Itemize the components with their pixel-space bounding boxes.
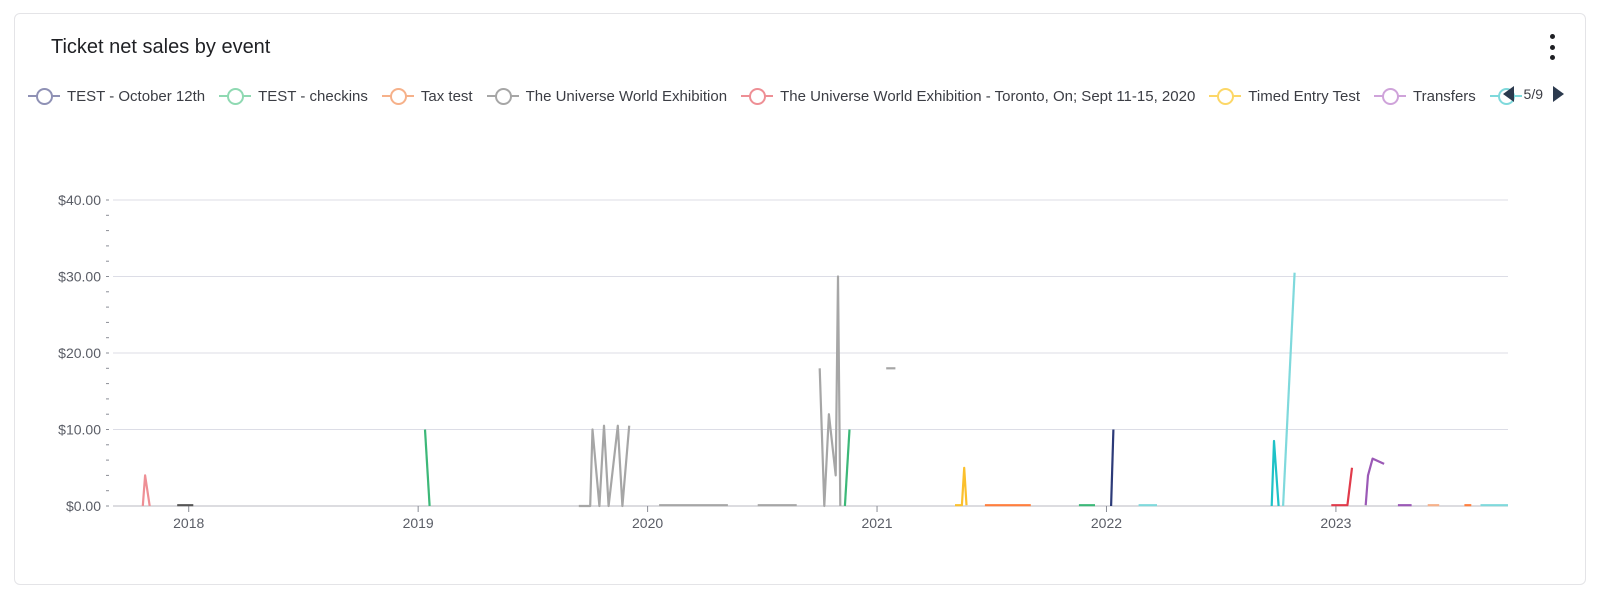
y-tick-label: $40.00	[58, 192, 101, 208]
y-tick-label: $20.00	[58, 345, 101, 361]
series-line	[423, 429, 431, 507]
series-line	[1364, 457, 1385, 506]
y-tick-label: $10.00	[58, 422, 101, 438]
series-line	[578, 424, 631, 508]
series-line	[1110, 429, 1115, 507]
x-tick-label: 2022	[1091, 515, 1122, 531]
x-tick-label: 2023	[1320, 515, 1351, 531]
line-chart: $0.00 $10.00 $20.00 $30.00 $40.00 2018 2019 202…	[58, 192, 1508, 531]
series-line	[818, 275, 842, 508]
series-line	[1331, 467, 1354, 507]
x-tick-label: 2020	[632, 515, 663, 531]
series-line	[955, 466, 968, 507]
series-line	[843, 429, 851, 507]
x-tick-label: 2019	[403, 515, 434, 531]
series-line	[141, 474, 151, 507]
x-tick-label: 2021	[861, 515, 892, 531]
y-tick-label: $30.00	[58, 269, 101, 285]
y-tick-label: $0.00	[66, 498, 101, 514]
series-line	[1270, 439, 1280, 507]
x-tick-label: 2018	[173, 515, 204, 531]
series-line	[1282, 272, 1296, 507]
